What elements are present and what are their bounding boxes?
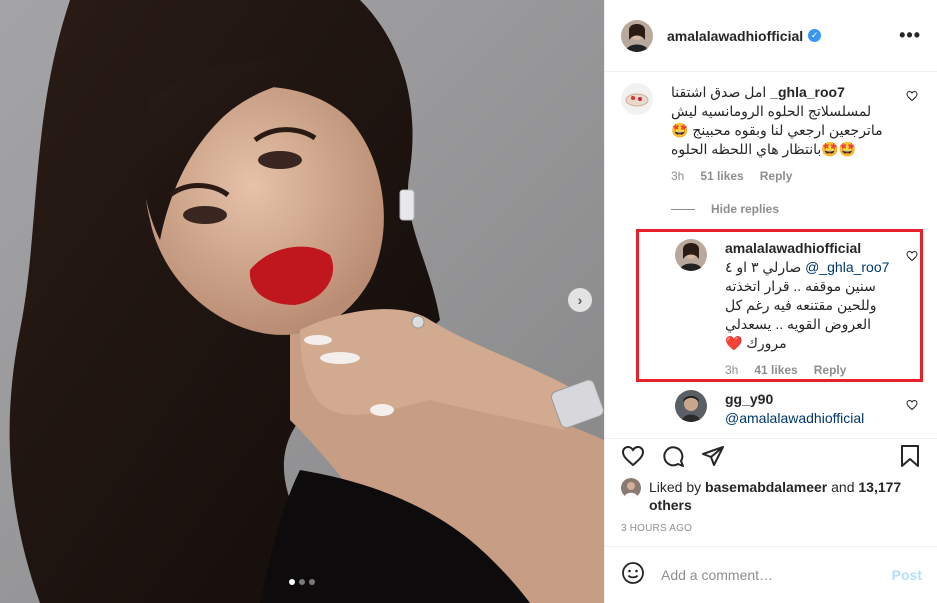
post-actions [605,438,937,478]
reply-mention[interactable]: @amalalawadhiofficial [725,410,864,426]
carousel-dots [289,579,315,585]
author-avatar[interactable] [621,19,653,52]
more-options-icon[interactable]: ••• [899,25,921,46]
reply-item: gg_y90 @amalalawadhiofficial [675,390,920,428]
liker-avatar[interactable] [621,478,641,498]
divider [671,208,695,210]
carousel-next-button[interactable]: › [568,288,592,312]
liked-by-user[interactable]: basemabdalameer [705,479,827,495]
like-heart-icon[interactable] [621,444,645,473]
add-comment-bar: Post [605,546,937,603]
comment-item: _ghla_roo7 امل صدق اشتقنا لمسلسلاتج الحل… [621,83,921,183]
liked-by-and: and [831,479,855,495]
share-paper-plane-icon[interactable] [701,444,725,473]
comment-meta: 3h 51 likes Reply [671,169,891,183]
post-header: amalalawadhiofficial ✓ ••• [605,0,937,72]
liked-by-text: Liked by basemabdalameer and 13,177 othe… [649,478,909,514]
reply-username[interactable]: gg_y90 [725,390,900,409]
reply-text: gg_y90 @amalalawadhiofficial [725,390,900,428]
verified-badge-icon: ✓ [808,29,822,42]
like-comment-heart-icon[interactable] [906,89,918,107]
comment-likes[interactable]: 51 likes [700,169,743,183]
post-media[interactable]: › [0,0,604,603]
commenter-avatar[interactable] [621,83,653,115]
reply-avatar[interactable] [675,390,707,422]
hide-replies-button[interactable]: Hide replies [671,202,779,216]
highlight-box [636,229,923,382]
liked-by-prefix: Liked by [649,479,702,495]
like-reply-heart-icon[interactable] [906,398,918,416]
comment-bubble-icon[interactable] [661,444,685,473]
author-username[interactable]: amalalawadhiofficial [667,28,803,44]
comment-time[interactable]: 3h [671,169,684,183]
comment-username[interactable]: _ghla_roo7 [770,84,845,100]
post-photo [9,0,604,603]
emoji-smiley-icon[interactable] [621,561,645,590]
save-bookmark-icon[interactable] [898,444,922,473]
carousel-dot [309,579,315,585]
comment-reply-button[interactable]: Reply [760,169,793,183]
post-timestamp[interactable]: 3 HOURS AGO [621,523,692,534]
post-comment-button[interactable]: Post [892,567,922,583]
hide-replies-label: Hide replies [711,202,780,216]
liked-by: Liked by basemabdalameer and 13,177 othe… [621,478,909,514]
carousel-dot [299,579,305,585]
comment-text: _ghla_roo7 امل صدق اشتقنا لمسلسلاتج الحل… [671,83,891,159]
add-comment-input[interactable] [661,567,881,583]
carousel-dot-active [289,579,295,585]
